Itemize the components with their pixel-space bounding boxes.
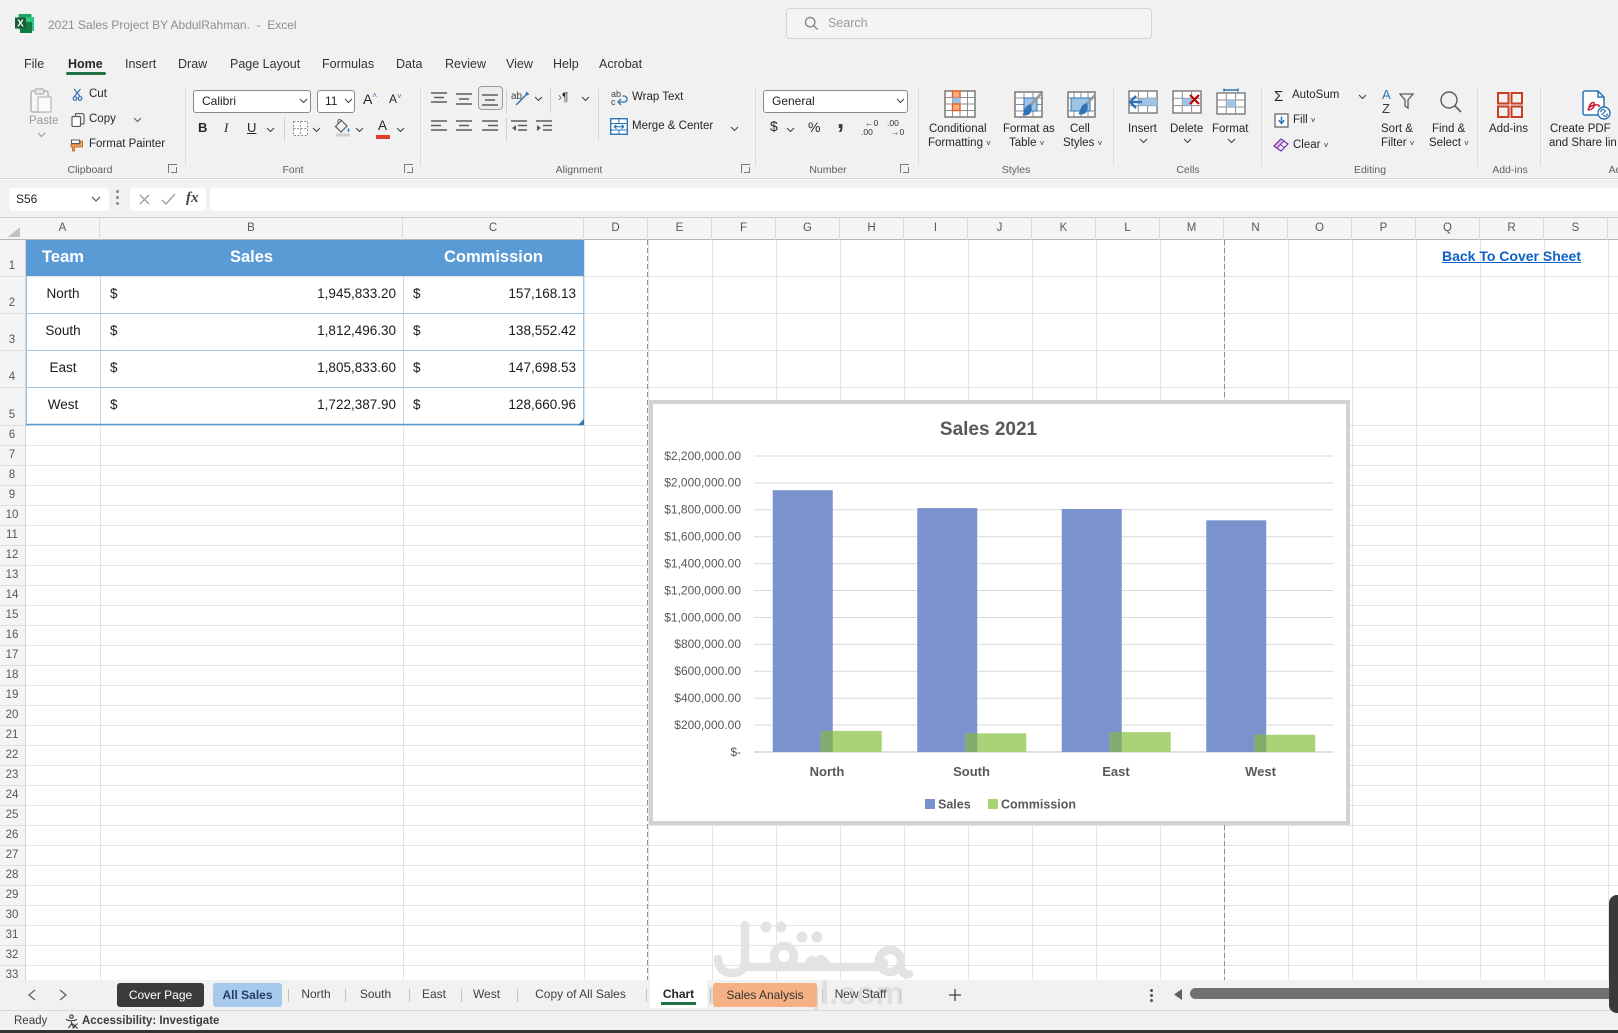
- svg-text:Sales: Sales: [938, 798, 971, 812]
- svg-text:$2,000,000.00: $2,000,000.00: [664, 476, 741, 490]
- svg-text:$2,200,000.00: $2,200,000.00: [664, 449, 741, 463]
- svg-text:$1,200,000.00: $1,200,000.00: [664, 583, 741, 597]
- svg-text:$1,400,000.00: $1,400,000.00: [664, 556, 741, 570]
- svg-text:North: North: [810, 764, 845, 779]
- svg-text:$1,000,000.00: $1,000,000.00: [664, 610, 741, 624]
- svg-text:$400,000.00: $400,000.00: [674, 691, 741, 705]
- svg-text:$1,800,000.00: $1,800,000.00: [664, 503, 741, 517]
- svg-text:c: c: [611, 97, 616, 106]
- svg-text:East: East: [1102, 764, 1130, 779]
- svg-text:$1,600,000.00: $1,600,000.00: [664, 530, 741, 544]
- svg-text:$800,000.00: $800,000.00: [674, 637, 741, 651]
- svg-text:Commission: Commission: [1001, 798, 1076, 812]
- svg-text:West: West: [1245, 764, 1276, 779]
- svg-text:→0: →0: [891, 127, 905, 136]
- svg-text:South: South: [953, 764, 990, 779]
- svg-text:X: X: [17, 19, 24, 30]
- svg-text:.00: .00: [861, 127, 873, 136]
- svg-text:$200,000.00: $200,000.00: [674, 718, 741, 732]
- svg-text:$-: $-: [730, 745, 741, 759]
- svg-text:$600,000.00: $600,000.00: [674, 664, 741, 678]
